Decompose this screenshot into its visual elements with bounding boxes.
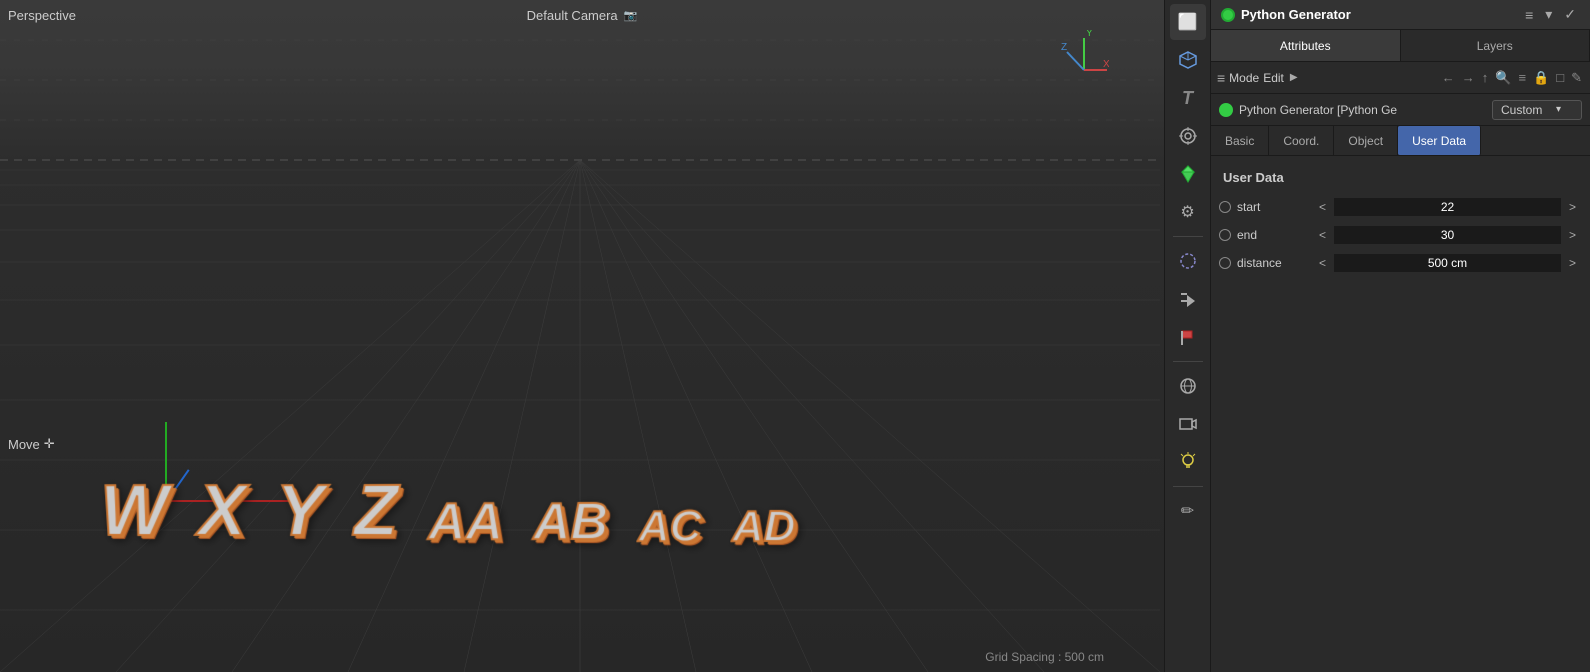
grid-spacing-label: Grid Spacing : 500 cm (985, 650, 1104, 664)
sub-tabs: Basic Coord. Object User Data (1211, 126, 1590, 156)
svg-text:Z: Z (1061, 42, 1067, 53)
start-value-input[interactable] (1334, 198, 1561, 216)
letter-x: X (198, 470, 246, 552)
python-gen-header-icon (1221, 8, 1235, 22)
start-decrement-button[interactable]: < (1313, 198, 1332, 216)
distance-field-icon (1219, 257, 1231, 269)
distance-value-input[interactable] (1334, 254, 1561, 272)
user-data-start-row: start < > (1211, 193, 1590, 221)
toolbar-divider-2 (1173, 361, 1203, 362)
svg-text:Y: Y (1086, 30, 1093, 39)
camera-icon: 📷 (624, 9, 638, 22)
diamond-toolbar-icon[interactable] (1170, 243, 1206, 279)
gem-toolbar-icon[interactable] (1170, 156, 1206, 192)
viewport-camera-label: Default Camera 📷 (527, 8, 638, 23)
sub-tab-object[interactable]: Object (1334, 126, 1398, 155)
svg-text:X: X (1103, 59, 1109, 70)
end-value-group: < > (1313, 226, 1582, 244)
distance-value-group: < > (1313, 254, 1582, 272)
mode-edit-icon[interactable]: ✎ (1569, 68, 1584, 88)
object-header: Python Generator ≡ ▾ ✓ (1211, 0, 1590, 30)
grid-background (0, 0, 1164, 672)
bulb-toolbar-icon[interactable] (1170, 444, 1206, 480)
user-data-distance-row: distance < > (1211, 249, 1590, 277)
generator-row: Python Generator [Python Ge Custom ▾ (1211, 94, 1590, 126)
gear-toolbar-icon[interactable]: ⚙ (1170, 194, 1206, 230)
attr-layers-tabs: Attributes Layers (1211, 30, 1590, 62)
header-check-icon[interactable]: ✓ (1560, 4, 1580, 25)
mode-list-icon[interactable]: ≡ (1516, 68, 1528, 87)
globe-toolbar-icon[interactable] (1170, 368, 1206, 404)
mode-bar-actions: ← → ↑ 🔍 ≡ 🔒 □ ✎ (1440, 68, 1584, 88)
arrow-toolbar-icon[interactable] (1170, 281, 1206, 317)
target-toolbar-icon[interactable] (1170, 118, 1206, 154)
toolbar-divider-3 (1173, 486, 1203, 487)
end-label: end (1237, 228, 1307, 242)
end-decrement-button[interactable]: < (1313, 226, 1332, 244)
custom-dropdown[interactable]: Custom ▾ (1492, 100, 1582, 120)
cube-toolbar-icon[interactable] (1170, 42, 1206, 78)
mode-search-icon[interactable]: 🔍 (1493, 68, 1513, 88)
end-field-icon (1219, 229, 1231, 241)
generator-icon (1219, 103, 1233, 117)
flag-toolbar-icon[interactable] (1170, 319, 1206, 355)
toolbar-divider-1 (1173, 236, 1203, 237)
end-increment-button[interactable]: > (1563, 226, 1582, 244)
right-panel: Python Generator ≡ ▾ ✓ Attributes Layers… (1210, 0, 1590, 672)
text-toolbar-icon[interactable]: T (1170, 80, 1206, 116)
letter-ac: AC (639, 502, 702, 552)
header-dropdown-icon[interactable]: ▾ (1541, 4, 1556, 25)
generator-name: Python Generator [Python Ge (1239, 103, 1486, 117)
start-value-group: < > (1313, 198, 1582, 216)
letter-z: Z (354, 470, 398, 552)
mode-bar: ≡ Mode Edit ▶ ← → ↑ 🔍 ≡ 🔒 □ ✎ (1211, 62, 1590, 94)
sub-tab-user-data[interactable]: User Data (1398, 126, 1481, 155)
user-data-title: User Data (1211, 166, 1590, 193)
user-data-end-row: end < > (1211, 221, 1590, 249)
distance-increment-button[interactable]: > (1563, 254, 1582, 272)
axis-indicator: Y X Z (1059, 30, 1109, 80)
object-header-buttons: ≡ ▾ ✓ (1521, 4, 1580, 25)
mode-lock-icon[interactable]: 🔒 (1531, 68, 1551, 88)
start-field-icon (1219, 201, 1231, 213)
sub-tab-basic[interactable]: Basic (1211, 126, 1269, 155)
brush-toolbar-icon[interactable]: ✏ (1170, 493, 1206, 529)
sub-tab-coord[interactable]: Coord. (1269, 126, 1334, 155)
distance-decrement-button[interactable]: < (1313, 254, 1332, 272)
tab-attributes[interactable]: Attributes (1211, 30, 1401, 61)
letter-w: W (100, 470, 168, 553)
mode-up-icon[interactable]: ↑ (1480, 68, 1491, 87)
frame-toolbar-icon[interactable]: ⬜ (1170, 4, 1206, 40)
distance-label: distance (1237, 256, 1307, 270)
mode-back-icon[interactable]: ← (1440, 68, 1457, 87)
mode-icon: ≡ (1217, 70, 1225, 86)
mode-label: Mode (1229, 71, 1259, 85)
header-menu-icon[interactable]: ≡ (1521, 5, 1537, 25)
move-crosshair-icon: ✛ (44, 436, 55, 452)
user-data-section: User Data start < > end < > distance (1211, 156, 1590, 672)
camera-box-toolbar-icon[interactable] (1170, 406, 1206, 442)
move-tool-label: Move ✛ (8, 436, 55, 452)
letter-ad: AD (732, 502, 795, 552)
mode-window-icon[interactable]: □ (1554, 68, 1566, 87)
3d-letters-area: W X Y Z AA AB AC AD (100, 470, 1084, 552)
start-label: start (1237, 200, 1307, 214)
end-value-input[interactable] (1334, 226, 1561, 244)
object-name-label: Python Generator (1241, 7, 1351, 22)
viewport-perspective-label: Perspective (8, 8, 76, 23)
letter-aa: AA (428, 492, 503, 552)
letter-ab: AB (534, 492, 609, 552)
mode-value: Edit (1263, 71, 1284, 85)
mode-dropdown-button[interactable]: ▶ (1290, 72, 1298, 83)
letter-y: Y (276, 470, 324, 552)
tab-layers[interactable]: Layers (1401, 30, 1590, 61)
mode-forward-icon[interactable]: → (1460, 68, 1477, 87)
viewport[interactable]: Perspective Default Camera 📷 Y X Z Move … (0, 0, 1164, 672)
start-increment-button[interactable]: > (1563, 198, 1582, 216)
right-toolbar: ⬜ T ⚙ (1164, 0, 1210, 672)
